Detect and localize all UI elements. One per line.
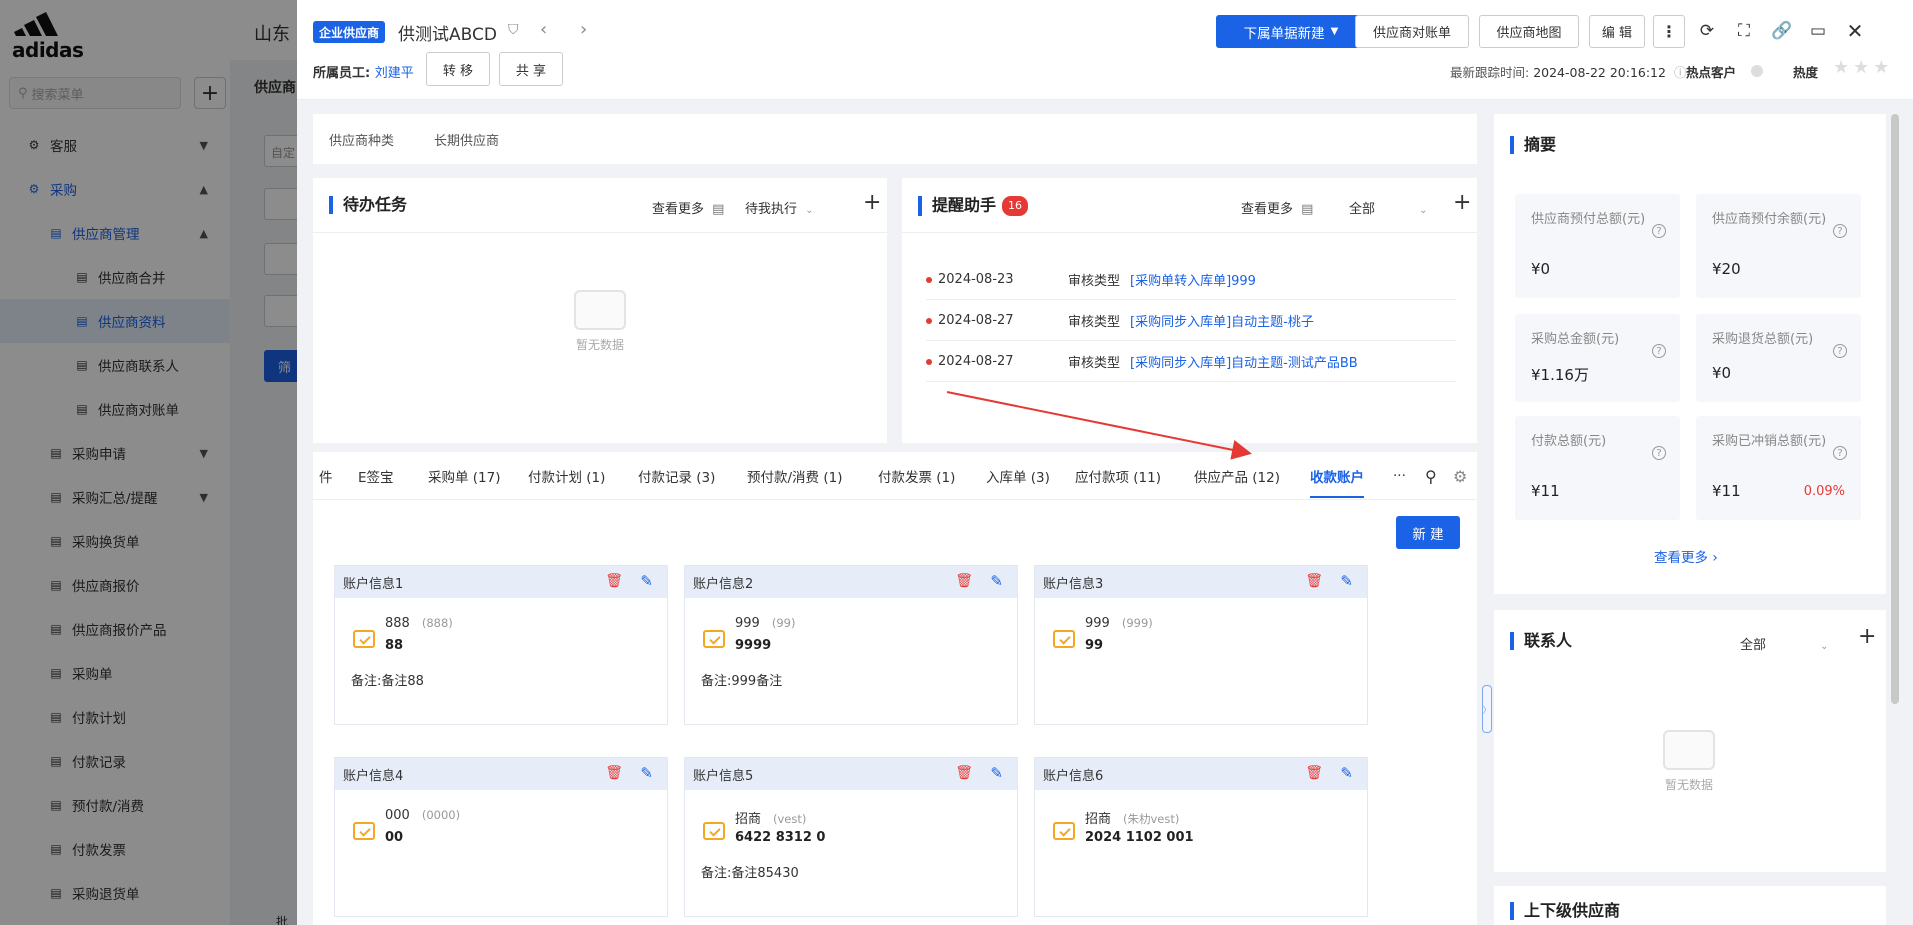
annotation-arrow bbox=[946, 391, 1252, 460]
